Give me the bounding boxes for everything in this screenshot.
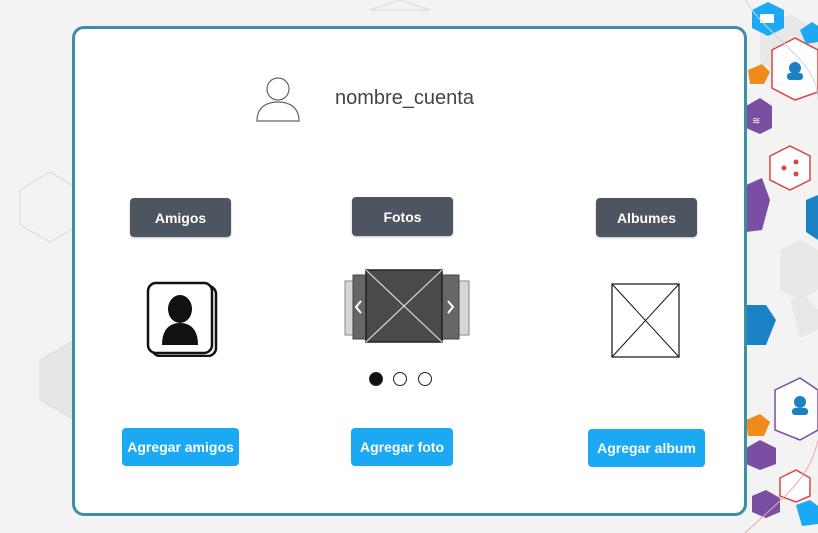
user-icon: [256, 77, 300, 122]
image-placeholder-icon: [611, 283, 680, 358]
tab-albumes[interactable]: Albumes: [596, 198, 697, 237]
carousel-dot-3[interactable]: [418, 372, 432, 386]
contact-card-icon: [146, 281, 218, 357]
profile-card: nombre_cuenta Amigos Fotos Albumes Agreg…: [72, 26, 747, 516]
add-album-button[interactable]: Agregar album: [588, 429, 705, 467]
image-carousel-icon[interactable]: [339, 267, 473, 345]
tab-amigos[interactable]: Amigos: [130, 198, 231, 237]
svg-text:≋: ≋: [752, 116, 760, 127]
add-photo-button[interactable]: Agregar foto: [351, 428, 453, 466]
carousel-dot-2[interactable]: [393, 372, 407, 386]
carousel-dot-1[interactable]: [369, 372, 383, 386]
tab-fotos[interactable]: Fotos: [352, 197, 453, 236]
account-name: nombre_cuenta: [335, 87, 474, 109]
add-friends-button[interactable]: Agregar amigos: [122, 428, 239, 466]
